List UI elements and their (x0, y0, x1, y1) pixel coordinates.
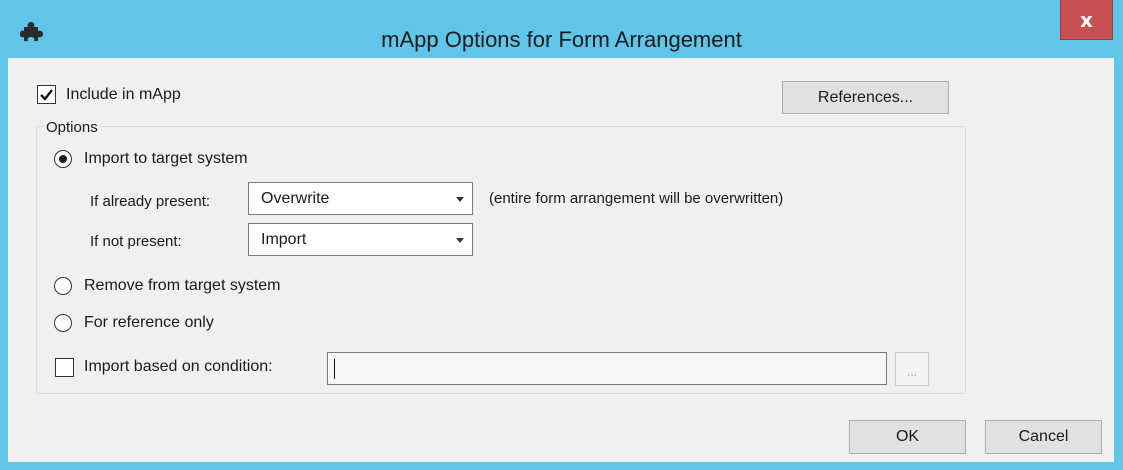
window-title: mApp Options for Form Arrangement (381, 27, 742, 52)
dialog-window: mApp Options for Form Arrangement x Incl… (0, 0, 1123, 470)
options-legend: Options (44, 119, 100, 136)
text-cursor (334, 359, 335, 379)
condition-input[interactable] (327, 352, 887, 385)
not-present-value: Import (261, 231, 307, 248)
import-radio-label: Import to target system (84, 150, 248, 167)
dialog-body: Include in mApp References... Options Im… (8, 58, 1114, 462)
chevron-down-icon (456, 197, 464, 202)
already-present-select[interactable]: Overwrite (248, 182, 473, 215)
already-present-value: Overwrite (261, 190, 330, 207)
close-button[interactable]: x (1060, 0, 1113, 40)
checkmark-icon (40, 89, 53, 101)
reference-radio[interactable] (54, 314, 72, 332)
condition-checkbox[interactable] (55, 358, 74, 377)
include-checkbox[interactable] (37, 85, 56, 104)
already-present-label: If already present: (90, 193, 211, 210)
references-button[interactable]: References... (782, 81, 949, 114)
cancel-button[interactable]: Cancel (985, 420, 1102, 454)
reference-radio-label: For reference only (84, 314, 214, 331)
ok-button[interactable]: OK (849, 420, 966, 454)
include-label: Include in mApp (66, 86, 181, 103)
not-present-select[interactable]: Import (248, 223, 473, 256)
not-present-label: If not present: (90, 233, 182, 250)
title-bar[interactable]: mApp Options for Form Arrangement x (0, 0, 1123, 56)
condition-label: Import based on condition: (84, 358, 273, 375)
already-present-note: (entire form arrangement will be overwri… (489, 190, 784, 207)
import-radio[interactable] (54, 150, 72, 168)
remove-radio[interactable] (54, 277, 72, 295)
remove-radio-label: Remove from target system (84, 277, 281, 294)
close-icon: x (1080, 7, 1093, 32)
chevron-down-icon (456, 238, 464, 243)
condition-browse-button[interactable]: ... (895, 352, 929, 386)
